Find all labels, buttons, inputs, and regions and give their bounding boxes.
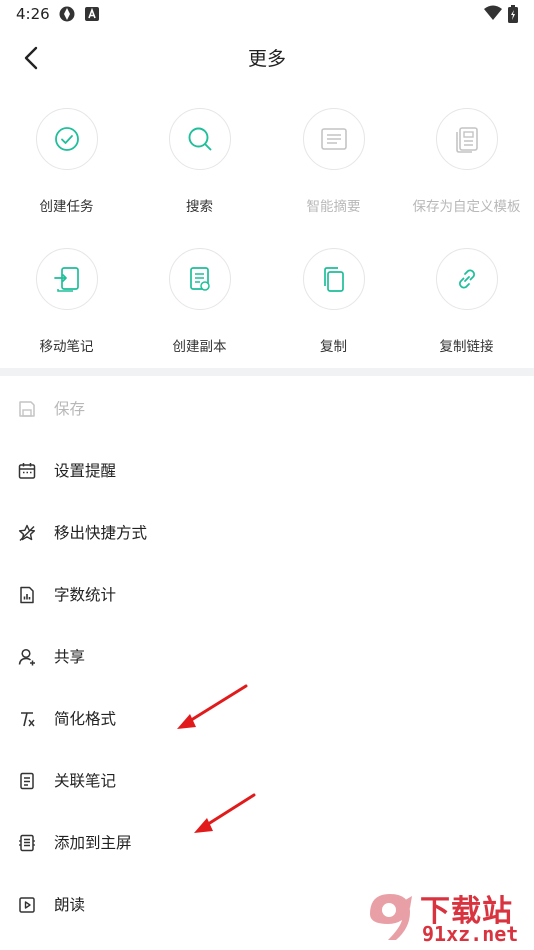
vpn-app-icon [58, 5, 76, 27]
play-icon [19, 897, 35, 913]
grid-item-label: 创建副本 [172, 339, 227, 355]
grid-item-label: 创建任务 [39, 199, 94, 215]
header: 更多 [0, 30, 534, 86]
grid-item-smart-summary[interactable]: 智能摘要 [267, 108, 400, 228]
icon-circle [303, 108, 365, 170]
grid-item-label: 复制链接 [439, 339, 494, 355]
wifi-icon [484, 5, 502, 25]
grid-item-create-copy[interactable]: 创建副本 [133, 248, 266, 368]
calendar-icon [18, 463, 36, 479]
menu-item-set-reminder[interactable]: 设置提醒 [0, 440, 534, 502]
menu-item-label: 简化格式 [54, 710, 117, 728]
menu-item-label: 添加到主屏 [54, 834, 132, 852]
menu-item-add-to-home[interactable]: 添加到主屏 [0, 812, 534, 874]
grid-item-label: 智能摘要 [306, 199, 361, 215]
menu-item-label: 朗读 [54, 896, 86, 914]
menu-item-remove-shortcut[interactable]: 移出快捷方式 [0, 502, 534, 564]
icon-circle [169, 248, 231, 310]
notification-app-icon [84, 5, 100, 27]
grid-item-label: 保存为自定义模板 [412, 199, 521, 215]
menu-item-linked-note[interactable]: 关联笔记 [0, 750, 534, 812]
menu-item-word-count[interactable]: 字数统计 [0, 564, 534, 626]
grid-item-copy-link[interactable]: 复制链接 [400, 248, 533, 368]
home-screen-icon [19, 834, 35, 852]
grid-item-search[interactable]: 搜索 [133, 108, 266, 228]
grid-item-move-note[interactable]: 移动笔记 [0, 248, 133, 368]
template-icon [456, 127, 478, 153]
grid-item-label: 移动笔记 [39, 339, 94, 355]
grid-item-label: 复制 [320, 339, 347, 355]
linked-note-icon [20, 772, 34, 790]
page-title: 更多 [247, 48, 286, 70]
menu-item-simplify-format[interactable]: 简化格式 [0, 688, 534, 750]
action-grid: 创建任务 搜索 智能摘要 保存为自定义模板 移动笔记 创建副本 复制 复制链接 [0, 108, 534, 364]
grid-item-copy[interactable]: 复制 [267, 248, 400, 368]
check-circle-icon [55, 127, 79, 151]
save-icon [19, 401, 35, 417]
clear-format-icon [21, 712, 35, 727]
move-note-icon [54, 267, 79, 292]
stats-document-icon [20, 586, 34, 604]
section-divider [0, 368, 534, 376]
duplicate-icon [190, 267, 210, 291]
icon-circle [36, 108, 98, 170]
grid-item-label: 搜索 [186, 199, 213, 215]
menu-item-save[interactable]: 保存 [0, 378, 534, 440]
grid-item-save-template[interactable]: 保存为自定义模板 [400, 108, 533, 228]
copy-icon [324, 267, 344, 292]
status-time: 4:26 [16, 5, 50, 23]
menu-item-share[interactable]: 共享 [0, 626, 534, 688]
battery-icon [508, 5, 518, 27]
summary-icon [321, 128, 347, 150]
status-bar: 4:26 [0, 0, 534, 30]
watermark-sub: 91xz.net [422, 922, 519, 946]
menu-item-label: 共享 [54, 648, 86, 666]
icon-circle [436, 248, 498, 310]
grid-item-create-task[interactable]: 创建任务 [0, 108, 133, 228]
link-icon [459, 269, 475, 289]
search-icon [188, 127, 212, 151]
share-user-icon [18, 648, 35, 666]
icon-circle [169, 108, 231, 170]
icon-circle [303, 248, 365, 310]
star-remove-icon [18, 524, 36, 541]
menu-item-label: 设置提醒 [54, 462, 117, 480]
icon-circle [36, 248, 98, 310]
menu-item-label: 关联笔记 [54, 772, 117, 790]
menu-item-label: 移出快捷方式 [54, 524, 148, 542]
watermark-logo [370, 894, 412, 940]
menu-item-label: 字数统计 [54, 586, 117, 604]
icon-circle [436, 108, 498, 170]
menu-item-label: 保存 [54, 400, 86, 418]
watermark: 下载站 91xz.net [360, 884, 532, 950]
